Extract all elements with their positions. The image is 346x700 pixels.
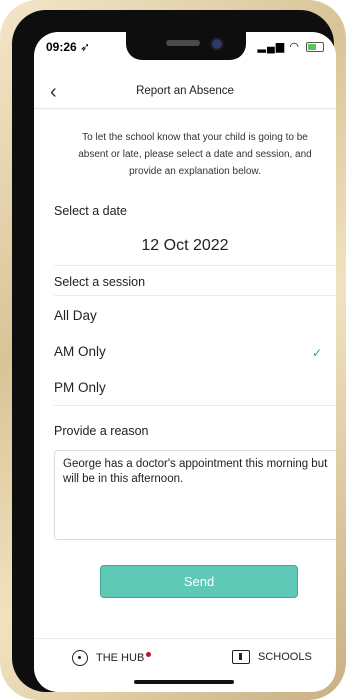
send-button[interactable]: Send [100,565,298,598]
tab-the-hub-label: THE HUB [96,652,145,664]
school-icon [232,650,250,664]
hub-icon [72,650,88,666]
checkmark-icon: ✓ [311,346,322,360]
divider [54,295,336,296]
reason-textarea[interactable]: George has a doctor's appointment this m… [54,450,336,540]
camera [210,37,224,51]
tab-schools-label: SCHOOLS [258,651,312,663]
intro-text: To let the school know that your child i… [78,132,312,177]
date-label: Select a date [54,204,127,218]
status-time: 09:26 ➶ [46,40,91,54]
notch [126,32,246,60]
tab-bar-divider [34,638,336,639]
status-icons: ▂▄▆ ◠ [258,40,324,53]
divider [54,265,336,266]
session-option-pm-only[interactable]: PM Only [54,380,106,395]
phone-frame: 09:26 ➶ ▂▄▆ ◠ ‹ Report an Absence To let… [0,0,346,700]
battery-icon [306,42,324,53]
signal-icon: ▂▄▆ [257,41,286,53]
app-screen: 09:26 ➶ ▂▄▆ ◠ ‹ Report an Absence To let… [34,32,336,692]
home-indicator [134,680,234,684]
tab-schools[interactable]: SCHOOLS [232,650,312,664]
speaker [166,40,200,46]
session-label: Select a session [54,275,146,289]
page-title: Report an Absence [136,85,234,97]
session-option-all-day[interactable]: All Day [54,308,97,323]
nav-bar: ‹ Report an Absence [34,78,336,109]
reason-label: Provide a reason [54,424,149,438]
phone-bezel: 09:26 ➶ ▂▄▆ ◠ ‹ Report an Absence To let… [12,10,336,692]
tab-the-hub[interactable]: THE HUB [72,650,152,666]
divider [54,405,336,406]
location-arrow-icon: ➶ [80,40,91,54]
date-picker[interactable]: 12 Oct 2022 [34,237,336,255]
wifi-icon: ◠ [289,41,300,53]
session-option-am-only[interactable]: AM Only [54,344,106,359]
notification-badge [146,651,152,657]
